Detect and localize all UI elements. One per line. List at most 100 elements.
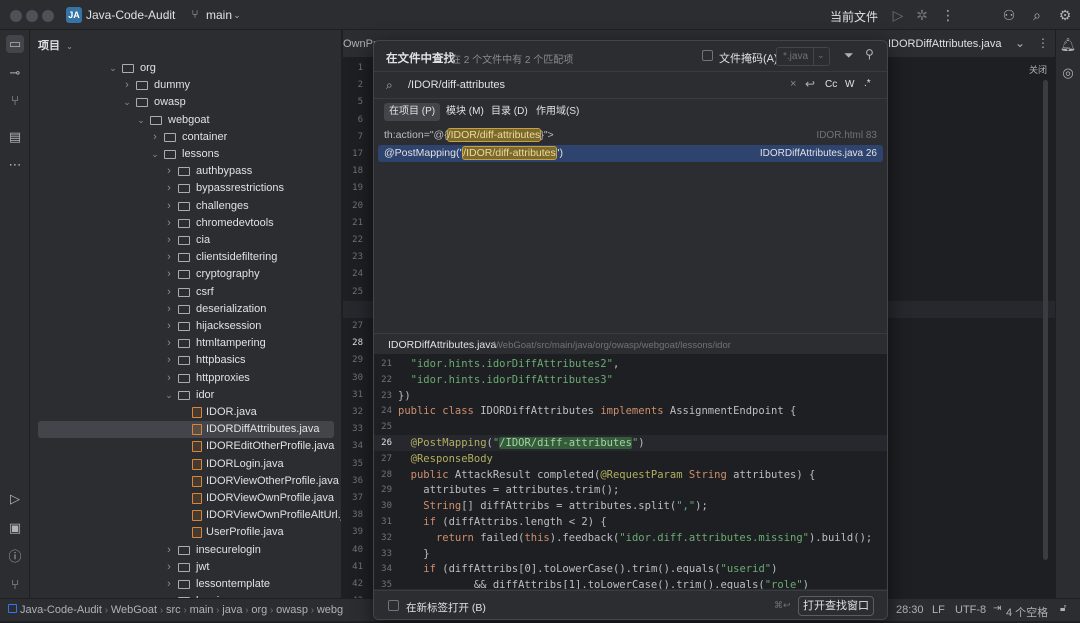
debug-icon[interactable]: ✲: [913, 7, 931, 24]
breadcrumb-item[interactable]: src: [166, 604, 181, 616]
chevron-down-icon[interactable]: ⌄: [108, 60, 118, 77]
window-close-button[interactable]: [10, 10, 22, 22]
tree-item[interactable]: IDOR.java: [30, 404, 341, 421]
file-encoding[interactable]: UTF-8: [955, 604, 986, 616]
project-panel-title[interactable]: 项目 ⌄: [38, 37, 73, 53]
scope-tab[interactable]: 目录 (D): [486, 103, 533, 121]
project-badge[interactable]: JA: [66, 7, 82, 23]
window-zoom-button[interactable]: [42, 10, 54, 22]
file-mask-dropdown[interactable]: *.java ⌄: [776, 47, 830, 66]
git-icon[interactable]: ⑂: [6, 576, 24, 594]
chevron-right-icon[interactable]: ›: [164, 301, 174, 318]
scope-tab[interactable]: 在项目 (P): [384, 103, 441, 121]
pull-request-icon[interactable]: ⑂: [6, 92, 24, 110]
breadcrumb-item[interactable]: owasp: [276, 604, 308, 616]
search-field[interactable]: ⌕ /IDOR/diff-attributes × ↩ Cc W .*: [374, 71, 887, 99]
window-minimize-button[interactable]: [26, 10, 38, 22]
tree-item[interactable]: ⌄ lessons: [30, 146, 341, 163]
whole-word-toggle[interactable]: W: [845, 79, 854, 90]
commit-icon[interactable]: ⊸: [6, 64, 24, 82]
tree-item[interactable]: › challenges: [30, 198, 341, 215]
tree-item[interactable]: IDORViewOwnProfileAltUrl.java: [30, 507, 341, 524]
result-row[interactable]: th:action="@{/IDOR/diff-attributes}"> IDO…: [378, 127, 883, 144]
more-tools-icon[interactable]: ⋯: [6, 156, 24, 174]
tree-item[interactable]: › htmltampering: [30, 335, 341, 352]
chevron-right-icon[interactable]: ›: [164, 370, 174, 387]
tree-item[interactable]: IDORLogin.java: [30, 456, 341, 473]
editor-scrollbar[interactable]: [1043, 80, 1048, 560]
chevron-down-icon[interactable]: ⌄: [66, 42, 73, 51]
breadcrumb-item[interactable]: Java-Code-Audit: [20, 604, 102, 616]
newline-icon[interactable]: ↩: [805, 77, 815, 91]
project-tool-icon[interactable]: ▭: [6, 35, 24, 53]
more-icon[interactable]: ⋮: [1037, 36, 1049, 50]
tree-item[interactable]: › hijacksession: [30, 318, 341, 335]
chevron-right-icon[interactable]: ›: [164, 249, 174, 266]
more-icon[interactable]: ⋮: [939, 7, 957, 24]
code-preview[interactable]: 21 "idor.hints.idorDiffAttributes2", 22 "…: [374, 354, 887, 589]
chevron-right-icon[interactable]: ›: [164, 318, 174, 335]
pin-icon[interactable]: ⚲: [865, 47, 874, 61]
chevron-right-icon[interactable]: ›: [164, 576, 174, 593]
clear-icon[interactable]: ×: [790, 78, 796, 90]
tree-item[interactable]: › deserialization: [30, 301, 341, 318]
tree-item[interactable]: › authbypass: [30, 163, 341, 180]
chevron-down-icon[interactable]: ⌄: [866, 10, 884, 21]
chevron-right-icon[interactable]: ›: [150, 129, 160, 146]
chevron-right-icon[interactable]: ›: [122, 77, 132, 94]
match-case-toggle[interactable]: Cc: [825, 79, 837, 90]
filter-icon[interactable]: ⏷: [844, 48, 854, 63]
breadcrumb-item[interactable]: WebGoat: [111, 604, 157, 616]
scope-tab[interactable]: 作用域(S): [531, 103, 584, 121]
tab-active[interactable]: IDORDiffAttributes.java: [888, 38, 1002, 50]
tree-item[interactable]: › container: [30, 129, 341, 146]
add-user-icon[interactable]: ⚇: [1000, 7, 1018, 24]
chevron-down-icon[interactable]: ⌄: [817, 50, 825, 61]
structure-icon[interactable]: ▤: [6, 128, 24, 146]
notifications-icon[interactable]: 🔔︎: [1059, 36, 1077, 54]
chevron-down-icon[interactable]: ⌄: [150, 146, 160, 163]
tree-item[interactable]: UserProfile.java: [30, 524, 341, 541]
tree-item[interactable]: › dummy: [30, 77, 341, 94]
tree-item[interactable]: IDORDiffAttributes.java: [38, 421, 334, 439]
tree-item[interactable]: ⌄ org: [30, 60, 341, 77]
chevron-right-icon[interactable]: ›: [164, 232, 174, 249]
tree-item[interactable]: › chromedevtools: [30, 215, 341, 232]
open-new-tab-checkbox[interactable]: [388, 600, 399, 611]
tree-item[interactable]: › clientsidefiltering: [30, 249, 341, 266]
search-icon[interactable]: ⌕: [1028, 7, 1046, 24]
tree-item[interactable]: › httpbasics: [30, 352, 341, 369]
breadcrumb-item[interactable]: main: [190, 604, 214, 616]
tree-item[interactable]: IDORViewOwnProfile.java: [30, 490, 341, 507]
chevron-down-icon[interactable]: ⌄: [136, 112, 146, 129]
chevron-down-icon[interactable]: ⌄: [158, 10, 176, 21]
tree-item[interactable]: IDOREditOtherProfile.java: [30, 438, 341, 455]
tree-item[interactable]: ⌄ owasp: [30, 94, 341, 111]
file-mask-checkbox[interactable]: [702, 50, 713, 61]
chevron-right-icon[interactable]: ›: [164, 284, 174, 301]
chevron-down-icon[interactable]: ⌄: [122, 94, 132, 111]
breadcrumb-item[interactable]: java: [222, 604, 242, 616]
tree-item[interactable]: › lessontemplate: [30, 576, 341, 593]
chevron-right-icon[interactable]: ›: [164, 163, 174, 180]
open-find-window-button[interactable]: 打开查找窗口: [798, 596, 874, 616]
tree-item[interactable]: › csrf: [30, 284, 341, 301]
gear-icon[interactable]: ⚙: [1056, 7, 1074, 24]
caret-position[interactable]: 28:30: [896, 604, 924, 616]
tree-item[interactable]: › httpproxies: [30, 370, 341, 387]
close-label[interactable]: 关闭: [1029, 63, 1047, 76]
services-icon[interactable]: ▷: [6, 490, 24, 508]
chevron-right-icon[interactable]: ›: [164, 335, 174, 352]
tree-item[interactable]: › bypassrestrictions: [30, 180, 341, 197]
search-input[interactable]: /IDOR/diff-attributes: [408, 79, 505, 91]
tree-item[interactable]: ⌄ webgoat: [30, 112, 341, 129]
breadcrumb-item[interactable]: webg: [317, 604, 343, 616]
chevron-right-icon[interactable]: ›: [164, 180, 174, 197]
chevron-right-icon[interactable]: ›: [164, 198, 174, 215]
chevron-right-icon[interactable]: ›: [164, 215, 174, 232]
breadcrumb-item[interactable]: org: [251, 604, 267, 616]
chevron-right-icon[interactable]: ›: [164, 542, 174, 559]
tree-item[interactable]: › insecurelogin: [30, 542, 341, 559]
tree-item[interactable]: IDORViewOtherProfile.java: [30, 473, 341, 490]
terminal-icon[interactable]: ▣: [6, 519, 24, 537]
